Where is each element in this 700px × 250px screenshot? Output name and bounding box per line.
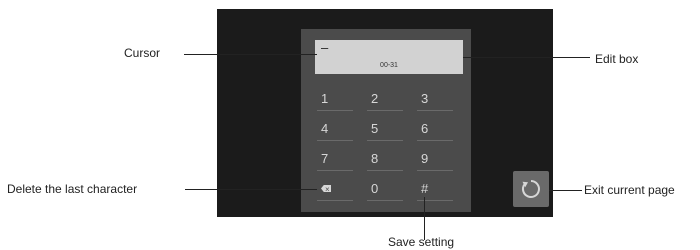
key-9[interactable]: 9 (417, 151, 453, 171)
key-2[interactable]: 2 (367, 91, 403, 111)
callout-line-edit-box (463, 57, 590, 58)
key-3[interactable]: 3 (417, 91, 453, 111)
save-button[interactable]: # (417, 181, 453, 201)
callout-exit: Exit current page (584, 183, 675, 197)
exit-button[interactable] (513, 171, 549, 207)
key-4[interactable]: 4 (317, 121, 353, 141)
edit-box-value: 00-31 (380, 62, 398, 69)
backspace-icon (321, 185, 331, 192)
callout-cursor: Cursor (124, 46, 161, 60)
key-1[interactable]: 1 (317, 91, 353, 111)
callout-line-cursor (184, 54, 317, 55)
callout-line-delete (185, 189, 317, 190)
callout-save: Save setting (388, 235, 455, 249)
key-0[interactable]: 0 (367, 181, 403, 201)
cursor: – (321, 40, 329, 55)
key-8[interactable]: 8 (367, 151, 403, 171)
key-6[interactable]: 6 (417, 121, 453, 141)
refresh-icon (521, 180, 540, 198)
key-5[interactable]: 5 (367, 121, 403, 141)
callout-edit-box: Edit box (595, 52, 639, 66)
callout-delete: Delete the last character (7, 182, 138, 196)
callout-line-save (424, 197, 425, 240)
callout-line-exit (549, 190, 582, 191)
backspace-button[interactable] (317, 181, 353, 201)
key-7[interactable]: 7 (317, 151, 353, 171)
